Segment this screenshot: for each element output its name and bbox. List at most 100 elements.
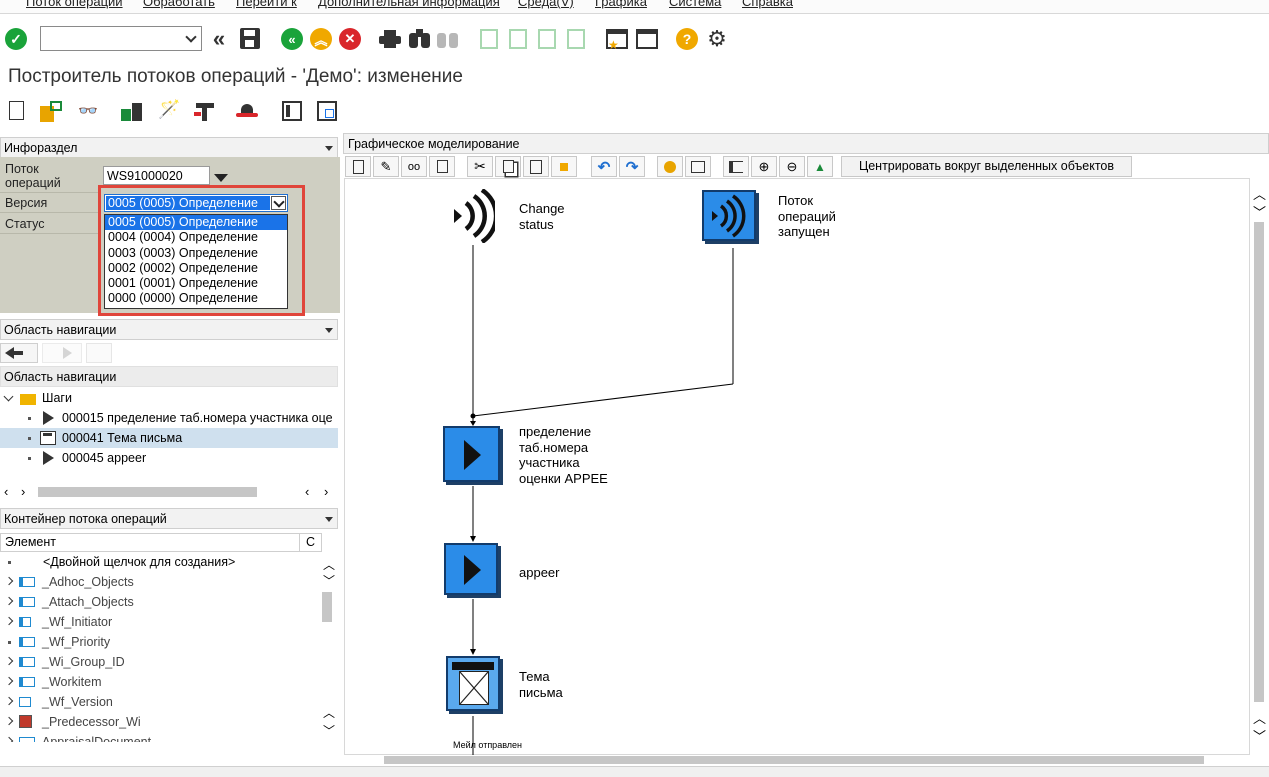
- layout-button[interactable]: [685, 156, 711, 177]
- scrollbar-thumb[interactable]: [384, 756, 1204, 764]
- display-button[interactable]: oo: [401, 156, 427, 177]
- dropdown-arrow-icon[interactable]: [214, 174, 228, 182]
- chevron-right-icon[interactable]: [4, 596, 14, 606]
- hat-icon[interactable]: [236, 104, 258, 119]
- menu-item-graphics[interactable]: Графика: [595, 0, 647, 9]
- chevron-up-icon[interactable]: ︿: [1253, 708, 1266, 727]
- chevron-down-icon[interactable]: [185, 31, 197, 43]
- menu-item-workflow[interactable]: Поток операций: [26, 0, 123, 9]
- activate-wand-icon[interactable]: 🪄: [158, 99, 182, 123]
- create-session-icon[interactable]: ★: [606, 29, 628, 51]
- tree-step-row[interactable]: 000015 пределение таб.номера участника о…: [0, 408, 338, 428]
- container-row[interactable]: _Wi_Group_ID: [0, 652, 300, 672]
- list-icon[interactable]: [282, 101, 302, 121]
- canvas-vertical-scrollbar[interactable]: ︿ ﹀ ︿ ﹀: [1250, 178, 1269, 755]
- paste-button[interactable]: [523, 156, 549, 177]
- test-icon[interactable]: [194, 101, 216, 122]
- container-row[interactable]: <Двойной щелчок для создания>: [0, 552, 300, 572]
- cancel-icon[interactable]: ✕: [339, 28, 361, 50]
- insert-button[interactable]: [551, 156, 577, 177]
- column-element[interactable]: Элемент: [5, 535, 56, 549]
- version-option[interactable]: 0003 (0003) Определение: [105, 246, 287, 261]
- chevron-down-icon[interactable]: ﹀: [1253, 202, 1266, 221]
- exit-icon[interactable]: ︽: [310, 28, 332, 50]
- overview-button[interactable]: [723, 156, 749, 177]
- chevron-up-icon[interactable]: ︿: [323, 556, 335, 573]
- save-icon[interactable]: [240, 28, 260, 49]
- scrollbar-thumb[interactable]: [38, 487, 257, 497]
- chevron-right-icon[interactable]: [4, 676, 14, 686]
- chevron-down-icon[interactable]: ﹀: [323, 572, 335, 589]
- display-icon[interactable]: 👓: [78, 101, 102, 122]
- version-select[interactable]: 0005 (0005) Определение: [104, 194, 288, 212]
- container-row[interactable]: _Predecessor_Wi: [0, 712, 300, 732]
- chevron-left-icon[interactable]: ‹: [305, 484, 309, 499]
- center-selected-button[interactable]: Центрировать вокруг выделенных объектов: [841, 156, 1132, 177]
- shortcut-icon[interactable]: [636, 29, 658, 49]
- menu-item-help[interactable]: Справка: [742, 0, 793, 9]
- settings-icon[interactable]: ⚙: [705, 26, 729, 51]
- nav-forward-button[interactable]: [42, 343, 82, 363]
- chevron-right-icon[interactable]: [4, 716, 14, 726]
- check-icon[interactable]: [121, 101, 145, 122]
- command-field[interactable]: [40, 26, 202, 51]
- canvas-horizontal-scrollbar[interactable]: [344, 755, 1250, 766]
- chevron-down-icon[interactable]: [325, 146, 333, 151]
- nav-tree-button[interactable]: [86, 343, 112, 363]
- scrollbar-thumb[interactable]: [1254, 222, 1264, 702]
- menu-item-system[interactable]: Система: [669, 0, 721, 9]
- chevron-right-icon[interactable]: [4, 656, 14, 666]
- new-doc-button[interactable]: [345, 156, 371, 177]
- workflow-id-field[interactable]: WS91000020: [103, 166, 210, 185]
- tree-root-steps[interactable]: Шаги: [0, 388, 338, 408]
- chevron-up-icon[interactable]: ︿: [1253, 184, 1266, 203]
- container-vertical-scrollbar[interactable]: ︿ ﹀ ︿ ﹀: [319, 552, 337, 742]
- tree-step-row[interactable]: 000045 appeer: [0, 448, 338, 468]
- nav-back-button[interactable]: [0, 343, 38, 363]
- chevron-down-icon[interactable]: [325, 517, 333, 522]
- undo-button[interactable]: ↶: [591, 156, 617, 177]
- container-row[interactable]: _Wf_Priority: [0, 632, 300, 652]
- graphic-canvas[interactable]: Change status Поток операций запущен пре…: [344, 178, 1250, 756]
- chevron-right-icon[interactable]: [4, 736, 14, 742]
- container-row[interactable]: _Wf_Version: [0, 692, 300, 712]
- container-row[interactable]: AppraisalDocument: [0, 732, 300, 742]
- chevron-right-icon[interactable]: ›: [21, 484, 25, 499]
- chevron-right-icon[interactable]: [4, 616, 14, 626]
- container-row[interactable]: _Adhoc_Objects: [0, 572, 300, 592]
- mail-step-node[interactable]: [446, 656, 500, 711]
- container-row[interactable]: _Workitem: [0, 672, 300, 692]
- picture-button[interactable]: ▲: [807, 156, 833, 177]
- chevron-down-icon[interactable]: [3, 391, 14, 402]
- cut-button[interactable]: ✂: [467, 156, 493, 177]
- zoom-in-button[interactable]: ⊕: [751, 156, 777, 177]
- container-row[interactable]: _Wf_Initiator: [0, 612, 300, 632]
- version-option[interactable]: 0001 (0001) Определение: [105, 276, 287, 291]
- version-dropdown-list[interactable]: 0005 (0005) Определение 0004 (0004) Опре…: [104, 214, 288, 309]
- scrollbar-thumb[interactable]: [322, 592, 332, 622]
- chevron-left-icon[interactable]: ‹: [4, 484, 8, 499]
- chevron-up-icon[interactable]: ︿: [323, 704, 335, 721]
- activity-step1-node[interactable]: [443, 426, 500, 482]
- enter-icon[interactable]: ✓: [5, 28, 27, 50]
- menu-item-edit[interactable]: Обработать: [143, 0, 215, 9]
- help-icon[interactable]: ?: [676, 28, 698, 50]
- workflow-started-node[interactable]: [702, 190, 756, 241]
- print-icon[interactable]: [379, 30, 401, 48]
- version-option[interactable]: 0002 (0002) Определение: [105, 261, 287, 276]
- menu-item-environment[interactable]: Среда(V): [518, 0, 574, 9]
- first-page-icon[interactable]: [480, 29, 498, 49]
- chevron-down-icon[interactable]: [325, 328, 333, 333]
- copy-button[interactable]: [495, 156, 521, 177]
- chevron-down-icon[interactable]: ﹀: [1253, 726, 1266, 745]
- version-option[interactable]: 0004 (0004) Определение: [105, 230, 287, 245]
- delete-button[interactable]: [429, 156, 455, 177]
- find-next-icon[interactable]: [437, 29, 459, 49]
- back-icon[interactable]: «: [281, 28, 303, 50]
- zoom-out-button[interactable]: ⊖: [779, 156, 805, 177]
- back-double-icon[interactable]: «: [208, 26, 230, 51]
- previous-page-icon[interactable]: [509, 29, 527, 49]
- menu-item-extras[interactable]: Дополнительная информация: [318, 0, 500, 9]
- chevron-right-icon[interactable]: [4, 576, 14, 586]
- chevron-right-icon[interactable]: ›: [324, 484, 328, 499]
